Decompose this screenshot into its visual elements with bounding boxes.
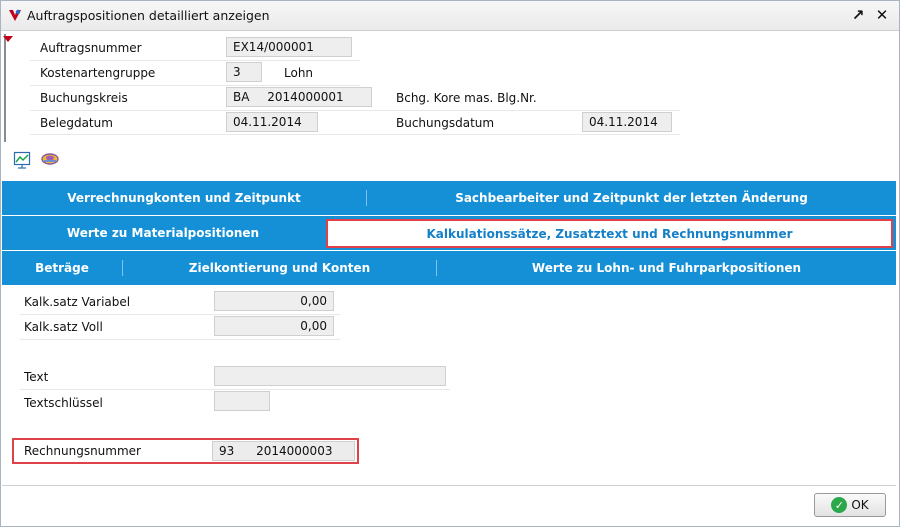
tab-verrechnungkonten[interactable]: Verrechnungkonten und Zeitpunkt: [2, 181, 366, 215]
tab-zielkontierung[interactable]: Zielkontierung und Konten: [123, 251, 436, 285]
rechnungsnummer-label: Rechnungsnummer: [24, 444, 141, 458]
buchungskreis-code: BA: [233, 90, 250, 104]
bchg-kore-label: Bchg. Kore mas. Blg.Nr.: [396, 91, 537, 105]
kalk-voll-label: Kalk.satz Voll: [24, 320, 103, 334]
buchungskreis-label: Buchungskreis: [40, 91, 128, 105]
tab-row-3: Beträge Zielkontierung und Konten Werte …: [2, 251, 896, 285]
chart-icon[interactable]: [13, 151, 31, 169]
ok-label: OK: [851, 498, 869, 512]
footer-divider: [2, 485, 896, 486]
ok-button[interactable]: ✓ OK: [814, 493, 886, 517]
close-button[interactable]: ✕: [872, 5, 892, 25]
textschluessel-field[interactable]: [214, 391, 270, 411]
tools-icon[interactable]: [40, 151, 60, 167]
textschluessel-label: Textschlüssel: [24, 396, 103, 410]
kostenartengruppe-label: Kostenartengruppe: [40, 66, 156, 80]
divider: [30, 85, 360, 86]
auftragsnummer-label: Auftragsnummer: [40, 41, 142, 55]
auftragsnummer-field[interactable]: EX14/000001: [226, 37, 352, 57]
tab-werte-materialpositionen[interactable]: Werte zu Materialpositionen: [2, 216, 324, 250]
belegdatum-field[interactable]: 04.11.2014: [226, 112, 318, 132]
buchungskreis-number: 2014000001: [267, 90, 344, 104]
rechnungsnummer-code: 93: [219, 444, 235, 458]
kostenartengruppe-text: Lohn: [284, 66, 314, 80]
tab-row-2: Werte zu Materialpositionen Kalkulations…: [2, 216, 896, 250]
window-title: Auftragspositionen detailliert anzeigen: [27, 8, 270, 23]
kalk-variabel-field[interactable]: 0,00: [214, 291, 334, 311]
check-circle-icon: ✓: [831, 497, 848, 513]
collapse-triangle-icon[interactable]: [3, 36, 13, 42]
divider: [20, 339, 340, 340]
buchungsdatum-field[interactable]: 04.11.2014: [582, 112, 672, 132]
divider: [20, 389, 450, 390]
tab-row-1: Verrechnungkonten und Zeitpunkt Sachbear…: [2, 181, 896, 215]
kostenartengruppe-field[interactable]: 3: [226, 62, 262, 82]
tab-betraege[interactable]: Beträge: [2, 251, 122, 285]
kalk-variabel-label: Kalk.satz Variabel: [24, 295, 131, 309]
tab-sachbearbeiter[interactable]: Sachbearbeiter und Zeitpunkt der letzten…: [367, 181, 896, 215]
divider: [30, 110, 680, 111]
kalk-voll-field[interactable]: 0,00: [214, 316, 334, 336]
tab-werte-lohn-fuhrpark[interactable]: Werte zu Lohn- und Fuhrparkpositionen: [437, 251, 896, 285]
buchungskreis-field[interactable]: BA 2014000001: [226, 87, 372, 107]
header-collapse-bar[interactable]: [4, 34, 6, 142]
text-field[interactable]: [214, 366, 446, 386]
divider: [30, 60, 360, 61]
expand-button[interactable]: ↗: [848, 5, 868, 25]
rechnungsnummer-field[interactable]: 93 2014000003: [212, 441, 355, 461]
app-icon: [8, 8, 22, 22]
buchungsdatum-label: Buchungsdatum: [396, 116, 495, 130]
rechnungsnummer-number: 2014000003: [256, 444, 333, 458]
tab-kalkulationssaetze[interactable]: Kalkulationssätze, Zusatztext und Rechnu…: [326, 219, 893, 248]
belegdatum-label: Belegdatum: [40, 116, 113, 130]
text-label: Text: [24, 370, 49, 384]
divider: [20, 314, 340, 315]
divider: [30, 134, 680, 135]
